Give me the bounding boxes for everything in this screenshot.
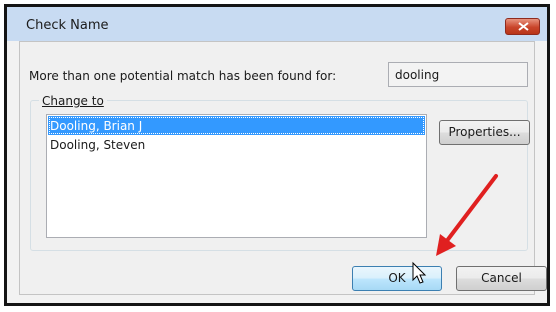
match-listbox[interactable]: Dooling, Brian J Dooling, Steven bbox=[46, 114, 427, 238]
ok-button[interactable]: OK bbox=[352, 266, 442, 291]
change-to-label: Change to bbox=[39, 94, 107, 108]
properties-button[interactable]: Properties... bbox=[439, 120, 530, 145]
dialog-title: Check Name bbox=[26, 18, 109, 33]
list-item[interactable]: Dooling, Steven bbox=[48, 135, 145, 154]
change-to-mnemonic: Change to bbox=[42, 94, 104, 108]
match-label: More than one potential match has been f… bbox=[29, 69, 337, 83]
search-name-field: dooling bbox=[388, 62, 528, 87]
list-item[interactable]: Dooling, Brian J bbox=[48, 116, 425, 135]
close-button[interactable] bbox=[505, 18, 540, 35]
close-icon bbox=[518, 22, 529, 31]
dialog-body: More than one potential match has been f… bbox=[19, 41, 547, 295]
check-name-dialog: Check Name More than one potential match… bbox=[4, 4, 550, 306]
title-bar[interactable]: Check Name bbox=[7, 7, 547, 41]
cancel-button[interactable]: Cancel bbox=[456, 266, 547, 291]
